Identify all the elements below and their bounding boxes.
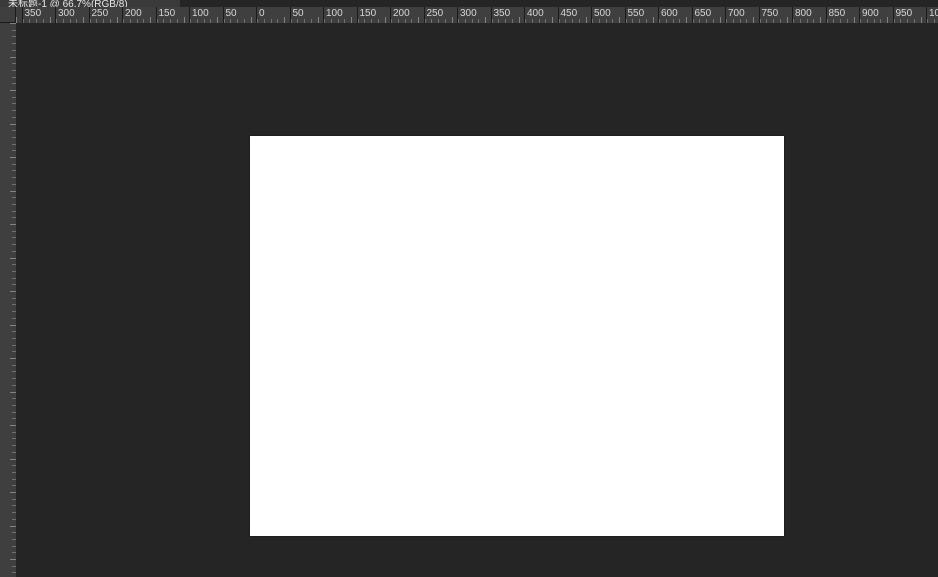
ruler-h-label: 150: [156, 8, 176, 19]
ruler-h-label: 750: [759, 8, 779, 19]
ruler-horizontal[interactable]: 3503002502001501005005010015020025030035…: [16, 7, 938, 23]
ruler-h-label: 50: [223, 8, 237, 19]
ruler-h-label: 100: [323, 8, 343, 19]
ruler-h-label: 700: [725, 8, 745, 19]
ruler-h-label: 950: [893, 8, 913, 19]
ruler-h-label: 200: [122, 8, 142, 19]
ruler-h-label: 200: [390, 8, 410, 19]
ruler-h-label: 1000: [926, 8, 938, 19]
document-canvas[interactable]: [250, 136, 784, 536]
ruler-h-label: 150: [357, 8, 377, 19]
ruler-h-label: 300: [55, 8, 75, 19]
ruler-origin-box[interactable]: [0, 7, 16, 23]
ruler-h-label: 450: [558, 8, 578, 19]
document-tab-bar: 未标题-1 @ 66.7%(RGB/8): [0, 0, 938, 7]
ruler-h-label: 400: [524, 8, 544, 19]
ruler-h-label: 0: [256, 8, 265, 19]
ruler-h-label: 550: [625, 8, 645, 19]
ruler-h-label: 600: [658, 8, 678, 19]
ruler-h-label: 800: [792, 8, 812, 19]
ruler-h-label: 350: [491, 8, 511, 19]
canvas-workarea[interactable]: [16, 23, 938, 577]
ruler-h-label: 250: [89, 8, 109, 19]
ruler-h-label: 650: [692, 8, 712, 19]
ruler-h-label: 100: [189, 8, 209, 19]
ruler-h-label: 850: [826, 8, 846, 19]
document-tab[interactable]: 未标题-1 @ 66.7%(RGB/8): [0, 0, 180, 7]
ruler-h-label: 300: [457, 8, 477, 19]
ruler-h-label: 900: [859, 8, 879, 19]
ruler-h-label: 250: [424, 8, 444, 19]
ruler-h-label: 50: [290, 8, 304, 19]
ruler-h-label: 500: [591, 8, 611, 19]
ruler-vertical[interactable]: [0, 23, 16, 577]
ruler-h-label: 350: [22, 8, 42, 19]
